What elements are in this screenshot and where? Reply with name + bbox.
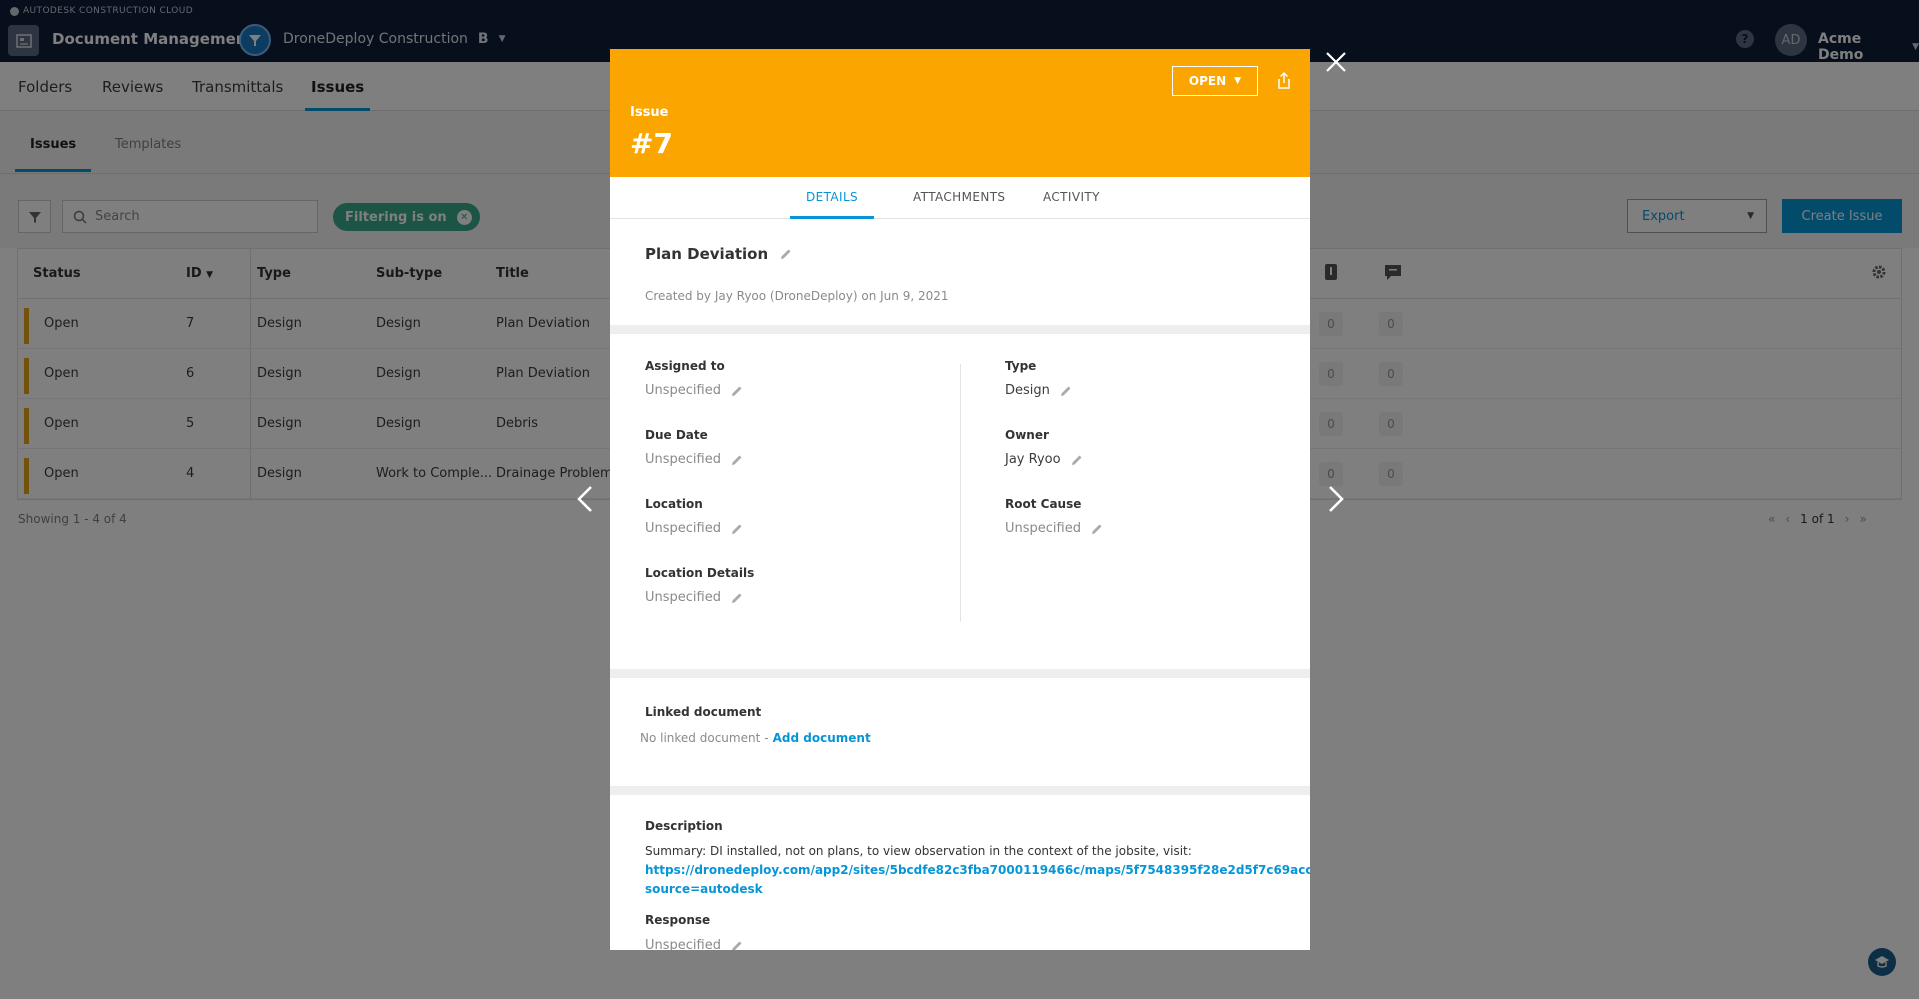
- status-dropdown[interactable]: OPEN ▼: [1172, 66, 1258, 96]
- chevron-down-icon: ▼: [1234, 76, 1242, 86]
- field-value[interactable]: Unspecified: [645, 452, 743, 467]
- response-value-text: Unspecified: [645, 938, 721, 950]
- issue-header: Issue #7 OPEN ▼: [610, 49, 1310, 177]
- field-location: Location Unspecified: [645, 497, 743, 536]
- issue-kind-label: Issue: [630, 105, 669, 120]
- edit-icon[interactable]: [731, 454, 743, 466]
- linked-document-label: Linked document: [645, 705, 762, 719]
- linked-document-row: No linked document - Add document: [640, 731, 871, 745]
- tab-activity[interactable]: ACTIVITY: [1043, 190, 1100, 204]
- field-location-details: Location Details Unspecified: [645, 566, 754, 605]
- close-icon[interactable]: [1324, 50, 1348, 74]
- edit-icon[interactable]: [731, 385, 743, 397]
- field-value[interactable]: Unspecified: [1005, 521, 1103, 536]
- field-label: Assigned to: [645, 359, 725, 373]
- edit-icon[interactable]: [1091, 523, 1103, 535]
- edit-icon[interactable]: [731, 592, 743, 604]
- response-value[interactable]: Unspecified: [645, 938, 743, 950]
- owner-value: Jay Ryoo: [1005, 452, 1061, 467]
- field-value[interactable]: Design: [1005, 383, 1072, 398]
- field-label: Location Details: [645, 566, 755, 580]
- field-assigned-to: Assigned to Unspecified: [645, 359, 743, 398]
- due-date-value: Unspecified: [645, 452, 721, 467]
- description-label: Description: [645, 819, 723, 833]
- description-summary: Summary: DI installed, not on plans, to …: [645, 844, 1192, 858]
- field-root-cause: Root Cause Unspecified: [1005, 497, 1103, 536]
- issue-detail-modal: Issue #7 OPEN ▼ DETAILS ATTACHMENTS ACTI…: [610, 49, 1310, 950]
- field-label: Location: [645, 497, 703, 511]
- field-label: Type: [1005, 359, 1037, 373]
- tab-details[interactable]: DETAILS: [789, 190, 875, 219]
- tab-attachments[interactable]: ATTACHMENTS: [913, 190, 1005, 204]
- status-label: OPEN: [1188, 74, 1227, 88]
- assigned-to-value: Unspecified: [645, 383, 721, 398]
- edit-icon[interactable]: [1060, 385, 1072, 397]
- location-details-value: Unspecified: [645, 590, 721, 605]
- issue-title: Plan Deviation: [645, 245, 769, 263]
- edit-icon[interactable]: [1071, 454, 1083, 466]
- created-info: Created by Jay Ryoo (DroneDeploy) on Jun…: [645, 289, 949, 303]
- section-divider: [610, 669, 1310, 678]
- section-divider: [610, 325, 1310, 334]
- field-value[interactable]: Unspecified: [645, 383, 743, 398]
- description-link[interactable]: https://dronedeploy.com/app2/sites/5bcdf…: [645, 861, 1310, 880]
- section-divider: [610, 786, 1310, 795]
- edit-icon[interactable]: [731, 940, 743, 951]
- field-label: Owner: [1005, 428, 1049, 442]
- share-icon[interactable]: [1272, 69, 1296, 93]
- root-cause-value: Unspecified: [1005, 521, 1081, 536]
- no-linked-document: No linked document: [640, 731, 761, 745]
- add-document-link[interactable]: Add document: [773, 731, 871, 745]
- field-type: Type Design: [1005, 359, 1072, 398]
- separator: -: [764, 731, 769, 745]
- field-value[interactable]: Unspecified: [645, 521, 743, 536]
- field-owner: Owner Jay Ryoo: [1005, 428, 1083, 467]
- previous-issue-icon[interactable]: [574, 484, 596, 514]
- field-label: Root Cause: [1005, 497, 1082, 511]
- next-issue-icon[interactable]: [1325, 484, 1347, 514]
- response-label: Response: [645, 913, 711, 927]
- issue-id: #7: [630, 127, 673, 160]
- column-divider: [960, 364, 961, 622]
- type-value: Design: [1005, 383, 1050, 398]
- description-text: Summary: DI installed, not on plans, to …: [645, 842, 1310, 899]
- issue-tabs: DETAILS ATTACHMENTS ACTIVITY: [610, 177, 1310, 219]
- field-value[interactable]: Unspecified: [645, 590, 754, 605]
- issue-title-row: Plan Deviation: [645, 245, 792, 263]
- edit-title-icon[interactable]: [780, 248, 792, 260]
- edit-icon[interactable]: [731, 523, 743, 535]
- location-value: Unspecified: [645, 521, 721, 536]
- description-link-continued[interactable]: source=autodesk: [645, 880, 1310, 899]
- field-due-date: Due Date Unspecified: [645, 428, 743, 467]
- field-label: Due Date: [645, 428, 708, 442]
- field-value[interactable]: Jay Ryoo: [1005, 452, 1083, 467]
